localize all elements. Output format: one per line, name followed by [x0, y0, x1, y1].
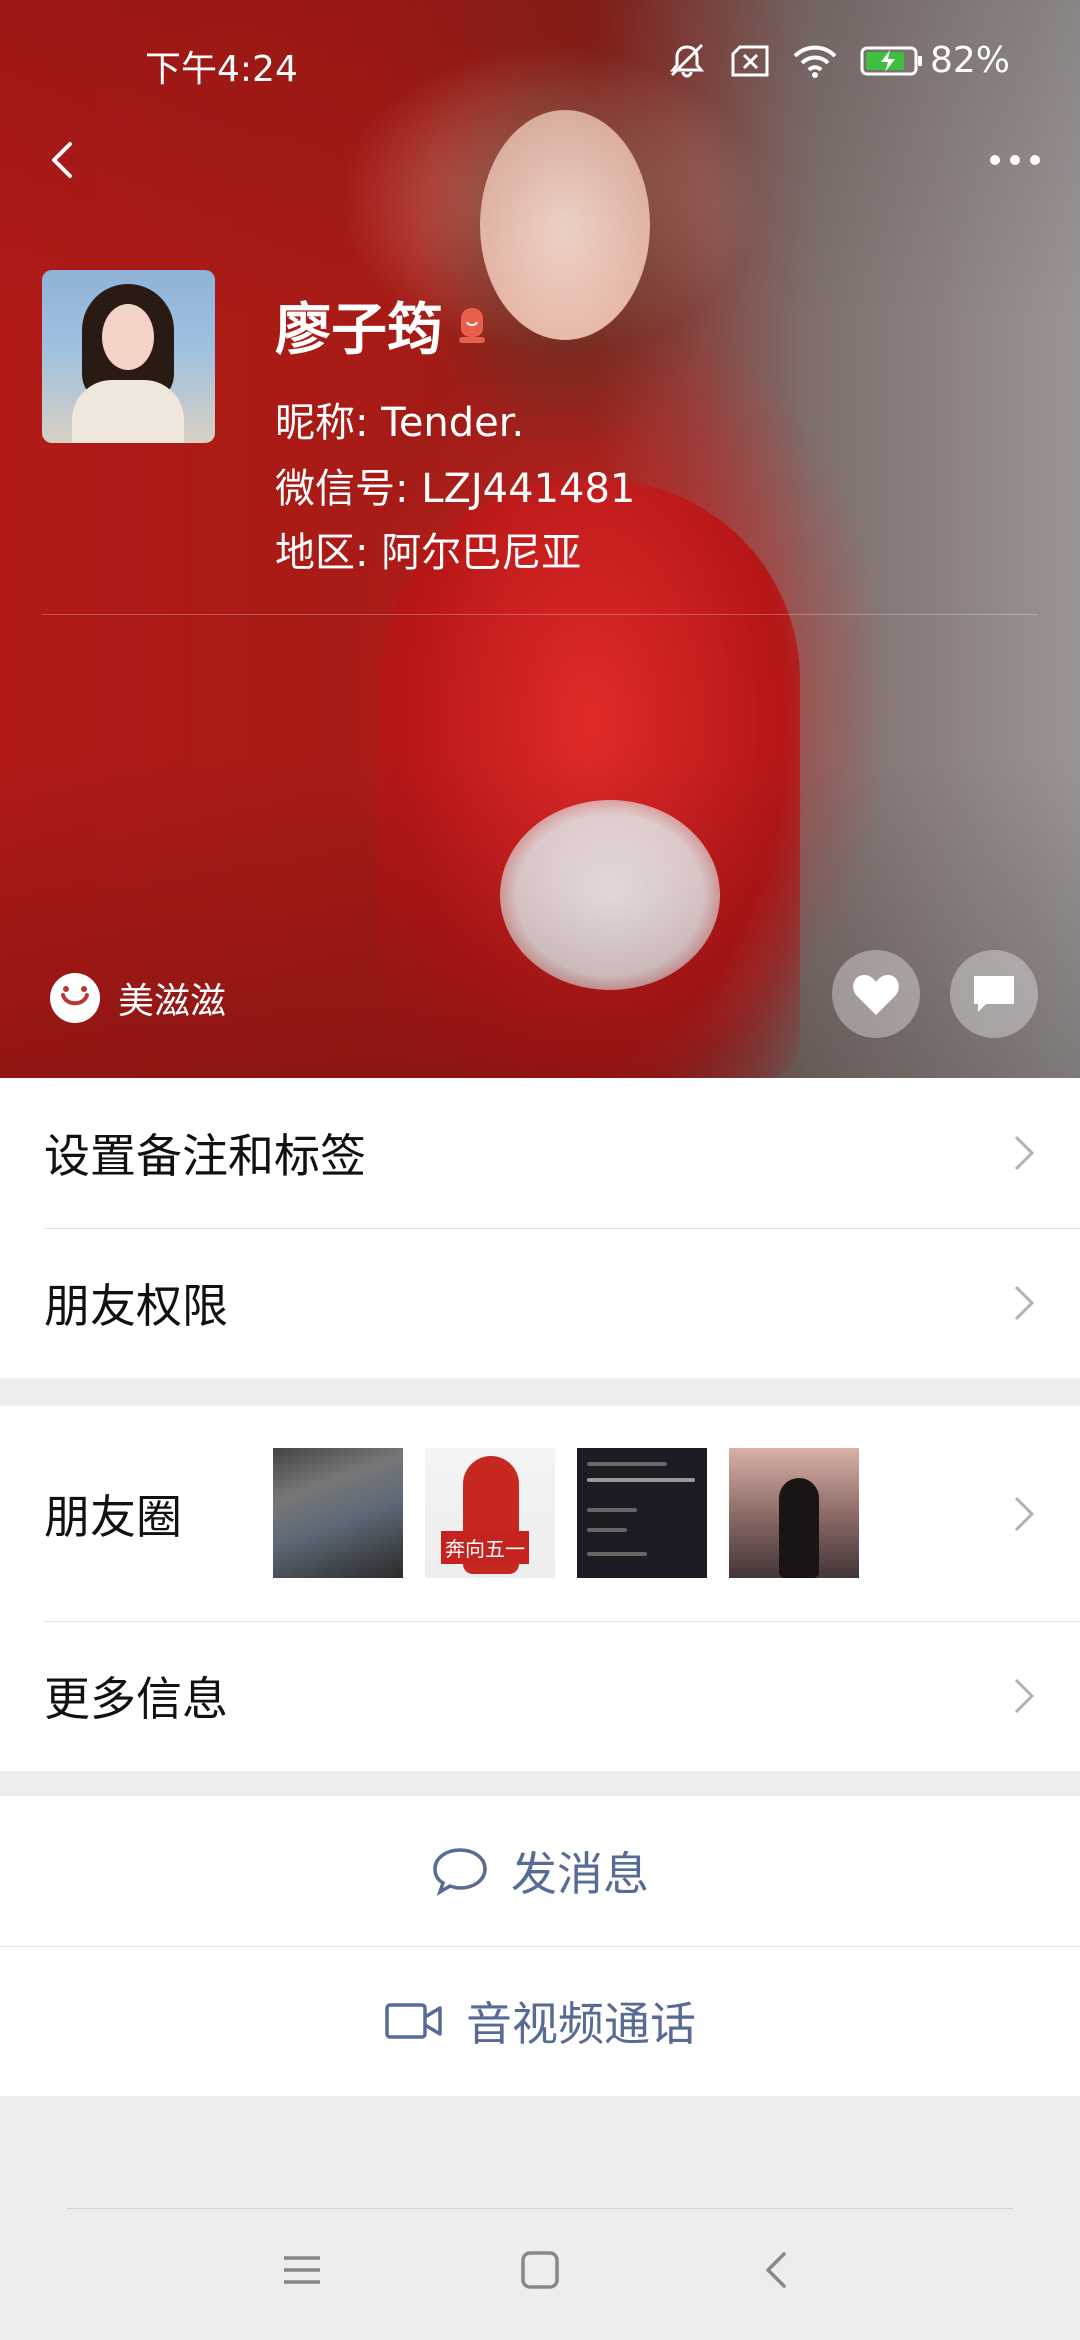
heart-icon: [853, 975, 899, 1015]
moments-row[interactable]: 朋友圈 奔向五一: [0, 1406, 1080, 1621]
chevron-right-icon: [1014, 1135, 1035, 1171]
more-options-icon[interactable]: [980, 140, 1050, 180]
status-text: 美滋滋: [118, 981, 227, 1022]
chevron-right-icon: [1014, 1678, 1035, 1714]
video-call-button[interactable]: 音视频通话: [0, 1946, 1080, 2096]
moments-section: 朋友圈 奔向五一 更多信息: [0, 1406, 1080, 1771]
region: 地区: 阿尔巴尼亚: [275, 530, 582, 576]
home-icon[interactable]: [518, 2248, 562, 2292]
more-info-label: 更多信息: [44, 1672, 228, 1726]
no-sim-icon: [731, 45, 769, 76]
chevron-right-icon: [1014, 1285, 1035, 1321]
moments-label: 朋友圈: [44, 1489, 182, 1544]
smile-status-icon: [50, 973, 100, 1023]
like-button[interactable]: [832, 950, 920, 1038]
remark-tags-label: 设置备注和标签: [44, 1129, 366, 1183]
user-status[interactable]: 美滋滋: [50, 972, 226, 1024]
avatar[interactable]: [42, 270, 215, 443]
moments-thumbnail: [577, 1448, 707, 1578]
status-time: 下午4:24: [145, 49, 298, 90]
moments-thumbnails: 奔向五一: [273, 1448, 859, 1578]
nickname: 昵称: Tender.: [275, 400, 525, 446]
comment-icon: [974, 976, 1014, 1012]
wechat-id[interactable]: 微信号: LZJ441481: [275, 456, 635, 514]
video-camera-icon: [385, 2003, 442, 2039]
battery-percent: 82%: [929, 40, 1010, 81]
video-call-label: 音视频通话: [466, 1997, 696, 2051]
moments-thumbnail: 奔向五一: [425, 1448, 555, 1578]
actions-section: 发消息 音视频通话: [0, 1796, 1080, 2096]
status-bar: 下午4:24 82%: [0, 36, 1080, 92]
send-message-label: 发消息: [511, 1847, 649, 1901]
friend-permissions-label: 朋友权限: [44, 1279, 228, 1333]
send-message-button[interactable]: 发消息: [0, 1796, 1080, 1946]
thumbnail-caption: 奔向五一: [441, 1531, 529, 1564]
header-divider: [42, 614, 1038, 615]
comment-button[interactable]: [950, 950, 1038, 1038]
back-arrow-icon[interactable]: [34, 130, 94, 190]
remark-tags-row[interactable]: 设置备注和标签: [0, 1078, 1080, 1228]
more-info-row[interactable]: 更多信息: [0, 1621, 1080, 1771]
chat-bubble-icon: [433, 1848, 487, 1896]
contact-name: 廖子筠: [275, 298, 443, 363]
wifi-icon: [793, 45, 837, 78]
chevron-right-icon: [1014, 1496, 1035, 1531]
back-nav-icon[interactable]: [756, 2248, 800, 2292]
settings-section: 设置备注和标签 朋友权限: [0, 1078, 1080, 1378]
recent-apps-icon[interactable]: [280, 2250, 324, 2290]
friend-permissions-row[interactable]: 朋友权限: [0, 1228, 1080, 1378]
moments-thumbnail: [729, 1448, 859, 1578]
female-gender-icon: [459, 307, 485, 343]
system-nav-bar: [0, 2210, 1080, 2340]
mute-bell-icon: [669, 43, 705, 77]
battery-charging-icon: [860, 46, 922, 75]
moments-thumbnail: [273, 1448, 403, 1578]
contact-name-row: 廖子筠: [275, 285, 491, 366]
